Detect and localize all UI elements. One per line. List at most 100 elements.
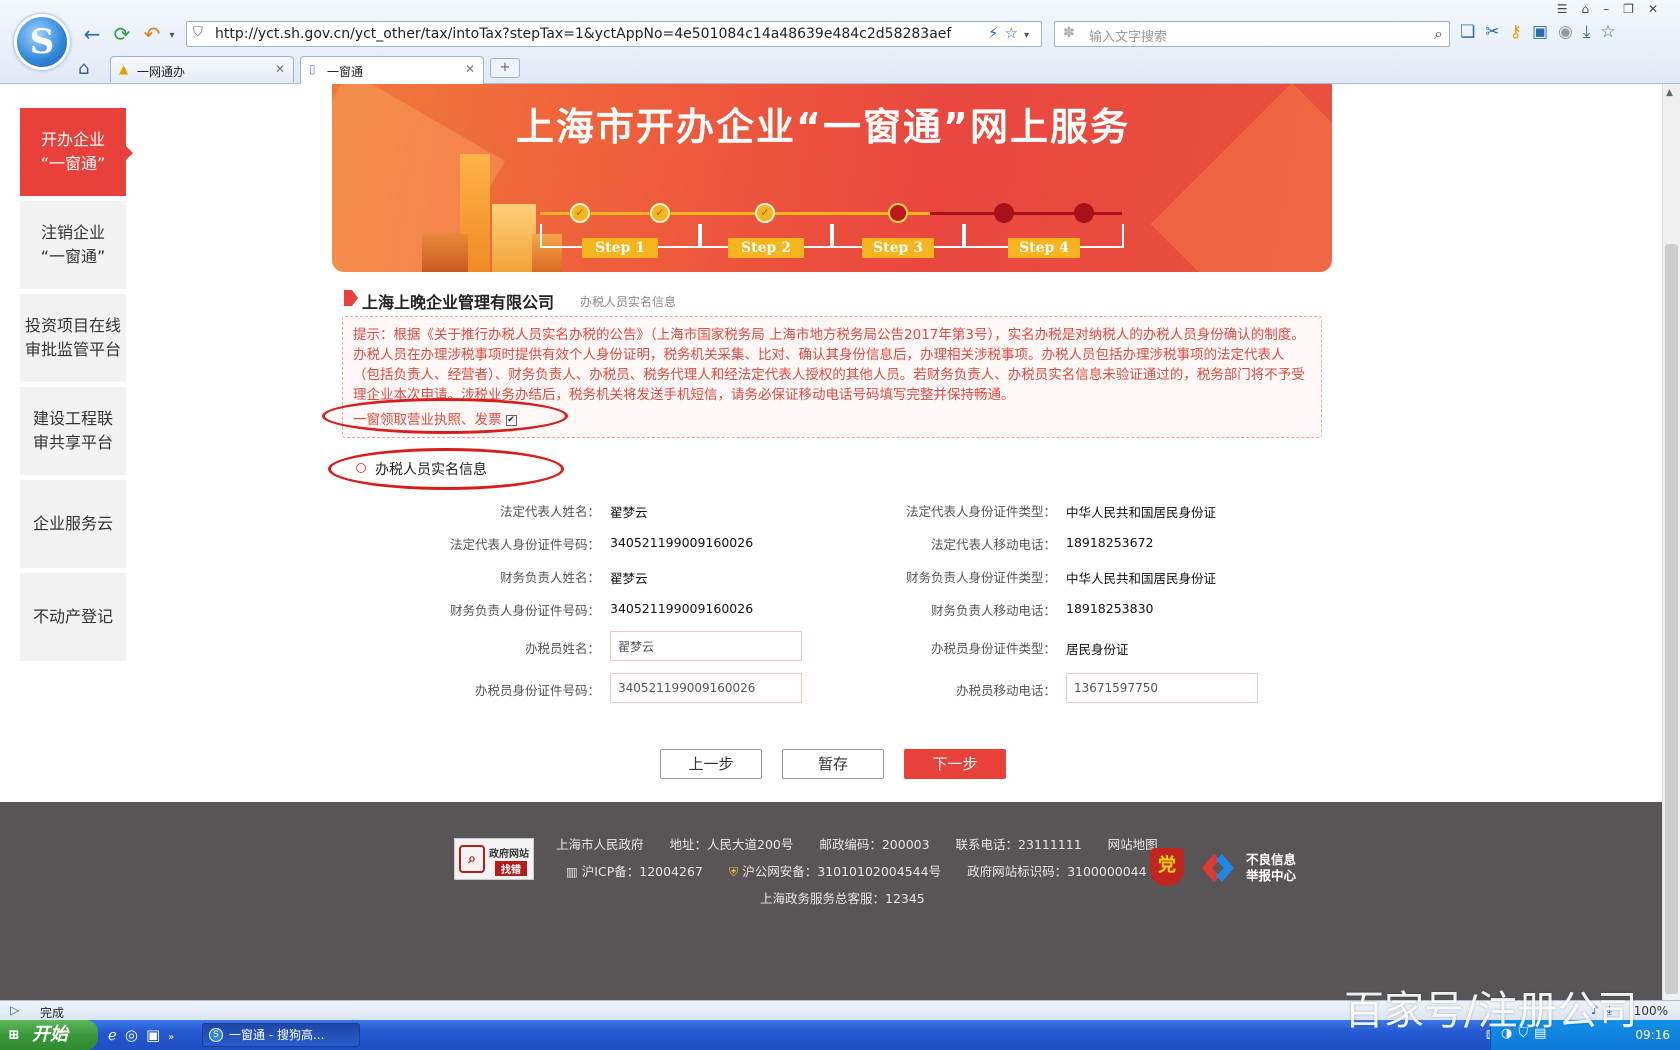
more-icon[interactable]: ◉ <box>1558 22 1583 42</box>
scroll-thumb[interactable] <box>1665 244 1678 994</box>
prev-step-button[interactable]: 上一步 <box>660 749 762 779</box>
radio-icon <box>356 463 366 473</box>
tax-name-input[interactable] <box>610 631 802 661</box>
sidebar-item-budongchan[interactable]: 不动产登记 <box>20 573 126 661</box>
progress-line-done <box>540 212 930 215</box>
address-text[interactable]: http://yct.sh.gov.cn/yct_other/tax/intoT… <box>215 26 951 42</box>
address-actions[interactable]: ⚡☆▾ <box>988 24 1035 42</box>
section-marker <box>344 290 358 306</box>
search-icon[interactable]: ⌕ <box>1434 24 1443 44</box>
ie-icon[interactable]: ℯ <box>108 1026 125 1044</box>
banner-title: 上海市开办企业“一窗通”网上服务 <box>516 105 1130 149</box>
close-icon[interactable]: ✕ <box>465 62 475 76</box>
tax-name-label: 办税员姓名： <box>524 641 600 656</box>
footer-address: 地址：人民大道200号 <box>669 837 794 852</box>
footer-police[interactable]: 沪公网安备：31010102004544号 <box>742 864 941 879</box>
browser-chrome: S ← ⟳ ↶ ▾ ⛉ http://yct.sh.gov.cn/yct_oth… <box>0 0 1680 84</box>
company-subtitle: 办税人员实名信息 <box>580 295 677 309</box>
step-dot-current <box>888 203 908 223</box>
footer-icp[interactable]: 沪ICP备：12004267 <box>582 864 703 879</box>
skin-icon[interactable]: ⌂ <box>1582 2 1604 16</box>
chevron-down-icon[interactable]: ▾ <box>1024 30 1035 41</box>
legal-idtype-label: 法定代表人身份证件类型： <box>905 504 1056 519</box>
status-text: 完成 <box>40 1006 65 1020</box>
footer-line1: 上海市人民政府 地址：人民大道200号 邮政编码：200003 联系电话：231… <box>556 834 1180 853</box>
scroll-up-icon[interactable]: ▲ <box>1666 88 1673 98</box>
sidebar-item-jianshe[interactable]: 建设工程联 审共享平台 <box>20 387 126 475</box>
close-icon[interactable]: ✕ <box>275 62 285 76</box>
restore-icon[interactable]: ❐ <box>1623 2 1648 16</box>
start-label: 开始 <box>32 1024 68 1045</box>
bookmark-icon[interactable]: ❏ <box>1460 22 1485 42</box>
police-icon: ⛨ <box>728 864 739 879</box>
translate-icon[interactable]: ▣ <box>1532 22 1558 42</box>
tax-phone-label: 办税员移动电话： <box>955 683 1056 698</box>
address-bar[interactable]: ⛉ http://yct.sh.gov.cn/yct_other/tax/int… <box>186 21 1042 47</box>
key-icon[interactable]: ⚷ <box>1510 22 1532 42</box>
taskbar-window-button[interactable]: S 一窗通 - 搜狗高... <box>202 1023 360 1047</box>
close-window-icon[interactable]: ✕ <box>1648 2 1672 16</box>
sidebar-item-qiyefuwu[interactable]: 企业服务云 <box>20 480 126 568</box>
fin-idno-value: 340521199009160026 <box>610 601 754 616</box>
window-controls: ☰⌂–❐✕ <box>1557 2 1672 16</box>
sidebar-item-zhuxiao[interactable]: 注销企业 “一窗通” <box>20 201 126 289</box>
refresh-icon[interactable]: ⟳ <box>110 22 134 46</box>
fin-phone-label: 财务负责人移动电话： <box>930 603 1056 618</box>
tab-yiwangtongban[interactable]: ▲ 一网通办 ✕ <box>110 56 294 82</box>
step-dot-done: ✓ <box>755 203 775 223</box>
desktop-icon[interactable]: ▣ <box>146 1026 168 1044</box>
panel-toggle-icon[interactable]: ▷ <box>10 1003 19 1017</box>
watermark: 百家号/注册公司 <box>1344 988 1638 1034</box>
search-bar[interactable]: ✽ 输入文字搜索 ⌕ <box>1054 21 1450 47</box>
sogou-icon[interactable]: ◎ <box>125 1026 146 1044</box>
home-icon[interactable]: ⌂ <box>78 58 89 79</box>
tax-idno-input[interactable] <box>610 673 802 703</box>
new-tab-button[interactable]: + <box>490 58 520 78</box>
footer-gov-link[interactable]: 上海市人民政府 <box>556 837 644 852</box>
start-button[interactable]: ⊞ 开始 <box>0 1020 98 1050</box>
download-icon[interactable]: ⤓ <box>1583 22 1601 42</box>
step-label: Step 3 <box>862 238 934 258</box>
search-placeholder: 输入文字搜索 <box>1089 30 1168 45</box>
building-illustration <box>422 234 468 272</box>
expand-icon[interactable]: » <box>168 1032 182 1043</box>
star-icon[interactable]: ☆ <box>1005 24 1024 42</box>
sidebar-item-kaiban[interactable]: 开办企业 “一窗通” <box>20 108 133 196</box>
shield-icon: ⛉ <box>193 25 203 40</box>
next-step-button[interactable]: 下一步 <box>904 749 1006 779</box>
banner: 上海市开办企业“一窗通”网上服务 ✓ ✓ ✓ Step 1 Step 2 Ste… <box>332 84 1332 272</box>
fin-phone-value: 18918253830 <box>1066 601 1154 616</box>
minimize-icon[interactable]: – <box>1603 2 1623 16</box>
vertical-scrollbar[interactable]: ▲ <box>1662 84 1680 1000</box>
warning-icon: ▲ <box>119 62 129 76</box>
legal-name-label: 法定代表人姓名： <box>499 504 600 519</box>
lightning-icon[interactable]: ⚡ <box>988 24 1005 42</box>
step-dot-done: ✓ <box>570 203 590 223</box>
tax-phone-input[interactable] <box>1066 673 1258 703</box>
menu-icon[interactable]: ☰ <box>1557 2 1582 16</box>
report-center-icon[interactable] <box>1198 850 1238 886</box>
section-title: 办税人员实名信息 <box>375 462 487 478</box>
sidebar-item-touzi[interactable]: 投资项目在线 审批监管平台 <box>20 294 126 382</box>
annotation-ellipse <box>322 398 568 434</box>
zoom-level[interactable]: 100% <box>1634 1004 1668 1018</box>
scissors-icon[interactable]: ✂ <box>1485 22 1509 42</box>
legal-name-value: 翟梦云 <box>610 505 648 520</box>
clock: 09:16 <box>1635 1028 1670 1042</box>
undo-dropdown-icon[interactable]: ▾ <box>160 24 184 48</box>
step-label: Step 1 <box>582 238 658 258</box>
tax-idno-label: 办税员身份证件号码： <box>474 683 600 698</box>
party-badge-icon[interactable]: 党 <box>1150 848 1184 886</box>
windows-flag-icon: ⊞ <box>8 1027 20 1043</box>
gov-site-error-badge[interactable]: ⌕ 政府网站 找错 <box>454 838 534 880</box>
step-dot-todo <box>1074 203 1094 223</box>
back-arrow-icon[interactable]: ← <box>80 22 104 46</box>
save-draft-button[interactable]: 暂存 <box>782 749 884 779</box>
report-center-text[interactable]: 不良信息 举报中心 <box>1246 852 1296 884</box>
favorites-icon[interactable]: ☆ <box>1600 22 1625 42</box>
quick-launch: ℯ◎▣» <box>108 1026 182 1044</box>
footer-line2: ▥ 沪ICP备：12004267 ⛨ 沪公网安备：31010102004544号… <box>566 861 1169 880</box>
fin-idtype-label: 财务负责人身份证件类型： <box>905 570 1056 585</box>
tab-yichuangtong[interactable]: ▯ 一窗通 ✕ <box>300 56 484 84</box>
task-label: 一窗通 - 搜狗高... <box>229 1028 325 1042</box>
